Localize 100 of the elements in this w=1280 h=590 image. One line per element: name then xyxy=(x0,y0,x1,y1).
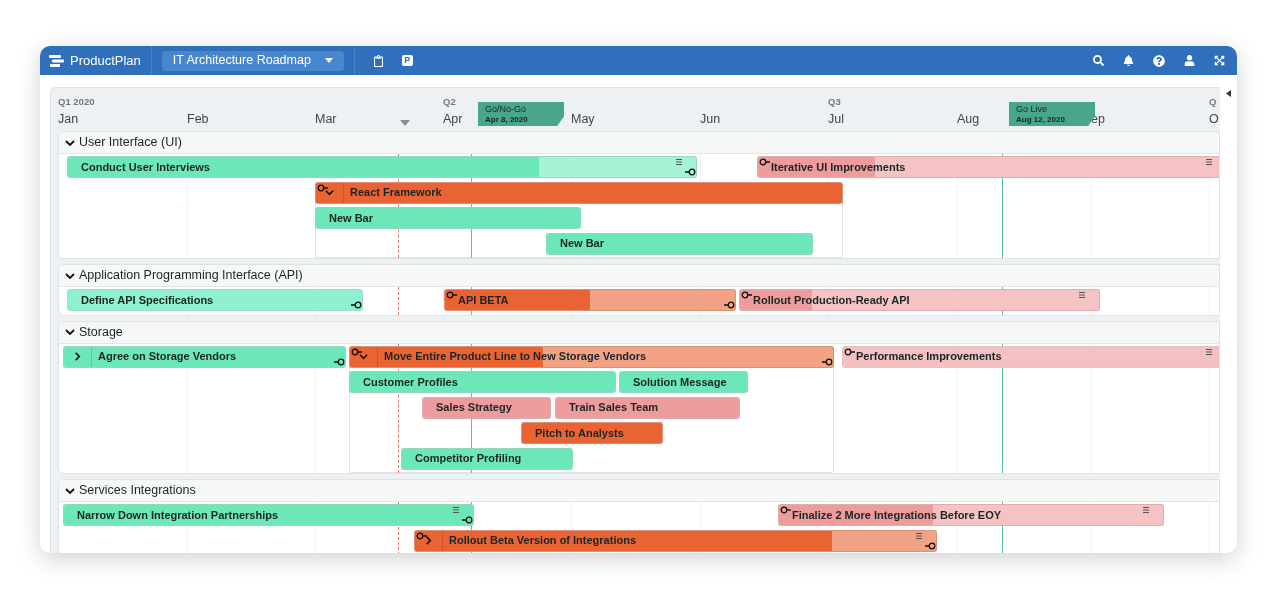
dependency-icon[interactable] xyxy=(780,506,791,514)
bar-label: Finalize 2 More Integrations Before EOY xyxy=(792,507,1002,523)
bar-label: Narrow Down Integration Partnerships xyxy=(77,507,279,523)
chevron-down-icon[interactable] xyxy=(65,327,75,337)
month-label: Aug xyxy=(957,111,980,128)
dependency-icon[interactable] xyxy=(759,158,770,166)
month-label: Mar xyxy=(315,111,337,128)
lane-title: User Interface (UI) xyxy=(79,134,182,152)
dependency-icon[interactable] xyxy=(317,183,328,192)
month-label: May xyxy=(571,111,595,128)
clipboard-icon[interactable] xyxy=(372,54,384,67)
roadmap-bar[interactable]: Pitch to Analysts xyxy=(521,422,663,444)
bar-label: Sales Strategy xyxy=(436,400,512,416)
container-bar[interactable]: Move Entire Product Line to New Storage Vendors xyxy=(349,345,834,368)
roadmap-bar[interactable]: Solution Message xyxy=(619,371,748,393)
today-marker-icon xyxy=(400,120,410,126)
bar-label: Agree on Storage Vendors xyxy=(98,349,237,365)
dependency-icon[interactable] xyxy=(416,531,427,540)
roadmap-bar[interactable]: Finalize 2 More Integrations Before EOY xyxy=(778,504,1164,526)
dependency-icon[interactable] xyxy=(685,168,696,176)
lane-title: Storage xyxy=(79,323,123,341)
search-icon[interactable] xyxy=(1093,55,1104,66)
roadmap-bar[interactable]: Define API Specifications xyxy=(67,289,363,311)
roadmap-bar[interactable]: Customer Profiles xyxy=(349,371,616,393)
today-line xyxy=(398,287,399,315)
container-bar[interactable]: React Framework xyxy=(315,181,843,204)
roadmap-bar[interactable]: Competitor Profiling xyxy=(401,447,573,470)
dependency-icon[interactable] xyxy=(462,516,473,524)
bar-label: Train Sales Team xyxy=(569,400,659,416)
bar-label: Pitch to Analysts xyxy=(535,425,624,441)
lane-title: Services Integrations xyxy=(79,482,196,500)
container-bar[interactable]: Rollout Beta Version of Integrations xyxy=(414,529,937,552)
quarter-label: Q1 2020 xyxy=(58,95,95,109)
chevron-down-icon[interactable] xyxy=(65,485,75,496)
roadmap-bar[interactable]: Train Sales Team xyxy=(555,396,740,419)
lane-header[interactable]: Services Integrations xyxy=(59,480,1219,502)
quarter-label: Q2 xyxy=(443,95,456,109)
chevron-down-icon[interactable] xyxy=(65,137,75,148)
bar-label: API BETA xyxy=(458,292,509,308)
notification-bell-icon[interactable] xyxy=(1123,55,1134,66)
quarter-label: Q3 xyxy=(828,95,841,109)
milestone-title: Go Live xyxy=(1016,103,1049,115)
bar-label: New Bar xyxy=(329,210,374,226)
milestone-date: Apr 8, 2020 xyxy=(485,114,529,125)
bar-label: Performance Improvements xyxy=(856,349,1002,365)
bar-label: Conduct User Interviews xyxy=(81,159,210,175)
user-icon[interactable] xyxy=(1184,55,1195,66)
bar-label: Move Entire Product Line to New Storage Vendors xyxy=(384,349,647,365)
month-label: O xyxy=(1209,111,1219,128)
roadmap-bar[interactable]: Sales Strategy xyxy=(422,396,551,419)
dependency-icon[interactable] xyxy=(334,357,345,366)
lane-header[interactable]: Storage xyxy=(59,321,1219,344)
bar-label: Define API Specifications xyxy=(81,292,214,308)
expand-icon[interactable] xyxy=(1214,55,1225,66)
dependency-icon[interactable] xyxy=(822,357,833,366)
milestone-title: Go/No-Go xyxy=(485,103,527,115)
container-bar[interactable]: Agree on Storage Vendors xyxy=(63,345,346,368)
lane-header[interactable]: Application Programming Interface (API) xyxy=(59,265,1219,287)
month-label: Jul xyxy=(828,111,844,128)
dependency-icon[interactable] xyxy=(925,541,936,550)
chevron-down-icon[interactable] xyxy=(65,270,75,281)
dependency-icon[interactable] xyxy=(351,347,362,356)
chevron-down-icon xyxy=(325,188,334,197)
lane-title: Application Programming Interface (API) xyxy=(79,267,303,285)
month-label: Jun xyxy=(700,111,721,128)
milestone-flag[interactable]: Go/No-Go Apr 8, 2020 xyxy=(478,102,564,126)
logo-icon xyxy=(49,54,64,67)
plan-badge[interactable]: P xyxy=(401,55,413,66)
month-label: Apr xyxy=(443,111,463,128)
roadmap-bar[interactable]: Iterative UI Improvements xyxy=(757,156,1219,178)
product-name: ProductPlan xyxy=(70,51,141,70)
dependency-icon[interactable] xyxy=(844,347,855,356)
chevron-down-icon xyxy=(359,352,368,361)
bar-label: Customer Profiles xyxy=(363,374,458,390)
bar-label: New Bar xyxy=(560,236,605,252)
caret-icon xyxy=(324,58,333,63)
bar-label: Solution Message xyxy=(633,374,727,390)
roadmap-bar[interactable]: Narrow Down Integration Partnerships xyxy=(63,504,474,526)
month-label: Jan xyxy=(58,111,79,128)
roadmap-bar[interactable]: New Bar xyxy=(546,232,813,255)
collapse-panel-icon[interactable] xyxy=(1226,90,1231,97)
bar-label: Rollout Beta Version of Integrations xyxy=(449,533,637,549)
roadmap-dropdown[interactable]: IT Architecture Roadmap xyxy=(161,50,344,71)
bar-label: React Framework xyxy=(350,185,442,201)
roadmap-bar[interactable]: Performance Improvements xyxy=(842,345,1219,368)
roadmap-bar[interactable]: New Bar xyxy=(315,207,581,229)
dependency-icon[interactable] xyxy=(351,301,362,309)
chevron-right-icon xyxy=(424,536,433,545)
dependency-icon[interactable] xyxy=(724,301,735,309)
bar-label: Iterative UI Improvements xyxy=(771,159,906,175)
quarter-label: Q xyxy=(1209,95,1217,109)
bar-label: Competitor Profiling xyxy=(415,451,522,467)
lane-header[interactable]: User Interface (UI) xyxy=(59,132,1219,154)
roadmap-bar[interactable]: API BETA xyxy=(444,289,736,311)
chevron-right-icon xyxy=(73,352,82,361)
dependency-icon[interactable] xyxy=(446,291,457,299)
roadmap-bar[interactable]: Rollout Production-Ready API xyxy=(739,289,1100,311)
dependency-icon[interactable] xyxy=(741,291,752,299)
help-icon[interactable] xyxy=(1153,54,1165,67)
roadmap-bar[interactable]: Conduct User Interviews xyxy=(67,156,697,178)
